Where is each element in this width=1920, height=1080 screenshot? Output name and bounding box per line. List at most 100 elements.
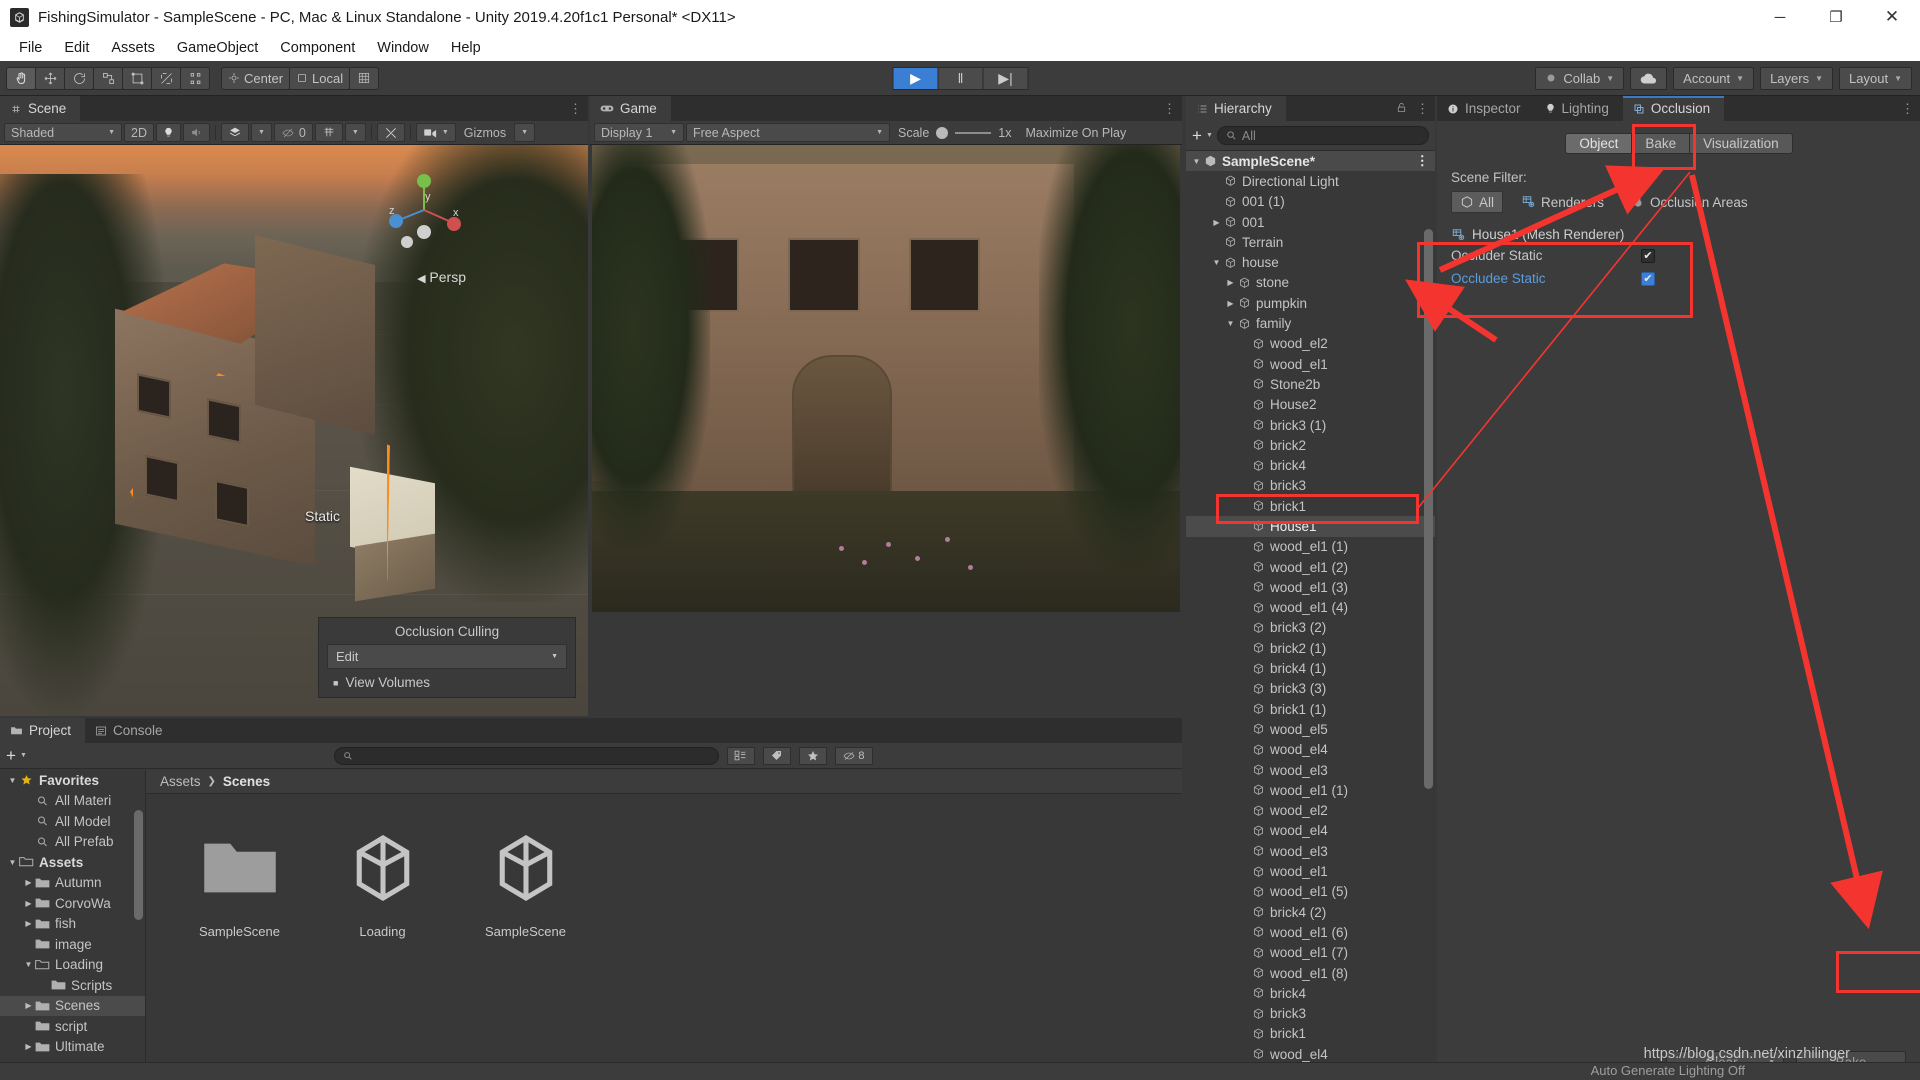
minimize-button[interactable]: ─ (1752, 0, 1808, 34)
hierarchy-item-house[interactable]: ▼house (1186, 252, 1435, 272)
hierarchy-scrollbar[interactable] (1424, 229, 1433, 789)
project-tree-item-favorites[interactable]: ▼Favorites (0, 770, 145, 791)
hierarchy-item-brick2[interactable]: brick2 (1186, 435, 1435, 455)
account-button[interactable]: Account ▼ (1673, 67, 1754, 90)
tab-hierarchy[interactable]: Hierarchy (1186, 96, 1286, 121)
chevron-right-icon[interactable]: ▶ (1224, 278, 1237, 287)
hierarchy-item-brick4[interactable]: brick4 (1186, 455, 1435, 475)
close-button[interactable]: ✕ (1864, 0, 1920, 34)
gizmos-dropdown[interactable]: ▼ (514, 123, 535, 142)
hierarchy-item-wood-el1-3[interactable]: wood_el1 (3) (1186, 577, 1435, 597)
menu-item-help[interactable]: Help (440, 40, 492, 56)
chevron-down-icon[interactable]: ▼ (1210, 258, 1223, 267)
hierarchy-item-wood-el1-7[interactable]: wood_el1 (7) (1186, 943, 1435, 963)
hierarchy-search-input[interactable]: All (1217, 126, 1429, 145)
project-tree[interactable]: ▼FavoritesAll MateriAll ModelAll Prefab▼… (0, 770, 146, 1080)
occlusion-tab-object[interactable]: Object (1565, 133, 1632, 154)
hierarchy-item-wood-el1-5[interactable]: wood_el1 (5) (1186, 882, 1435, 902)
hierarchy-item-brick1[interactable]: brick1 (1186, 1024, 1435, 1044)
tab-project[interactable]: Project (0, 718, 85, 743)
inspector-tab-menu[interactable]: ⋮ (1901, 96, 1914, 121)
tab-inspector[interactable]: Inspector (1437, 96, 1535, 121)
scene-row-menu-icon[interactable]: ⋮ (1416, 153, 1430, 169)
layout-button[interactable]: Layout ▼ (1839, 67, 1912, 90)
project-search-input[interactable] (334, 747, 719, 765)
lock-icon[interactable] (1396, 101, 1407, 117)
menu-item-component[interactable]: Component (269, 40, 366, 56)
project-tree-scrollbar[interactable] (134, 810, 143, 920)
hierarchy-tree[interactable]: ▼ SampleScene* ⋮ Directional Light001 (1… (1186, 151, 1435, 1080)
hierarchy-item-brick4-2[interactable]: brick4 (2) (1186, 902, 1435, 922)
project-tree-item-scripts[interactable]: Scripts (0, 975, 145, 996)
hierarchy-item-brick1[interactable]: brick1 (1186, 496, 1435, 516)
tab-console[interactable]: Console (85, 718, 177, 743)
occludee-static-checkbox[interactable]: ✔ (1641, 272, 1655, 286)
transform-tool-icon[interactable] (151, 67, 181, 90)
hierarchy-item-wood-el2[interactable]: wood_el2 (1186, 801, 1435, 821)
move-tool-icon[interactable] (35, 67, 65, 90)
chevron-right-icon[interactable]: ▶ (22, 1042, 35, 1051)
chevron-down-icon[interactable]: ▼ (1206, 132, 1213, 139)
menu-item-edit[interactable]: Edit (53, 40, 100, 56)
hidden-assets-badge[interactable]: 8 (835, 747, 873, 765)
tab-scene[interactable]: Scene (0, 96, 80, 121)
project-tree-item-ultimate[interactable]: ▶Ultimate (0, 1037, 145, 1058)
tab-lighting[interactable]: Lighting (1535, 96, 1623, 121)
hierarchy-item-brick1-1[interactable]: brick1 (1) (1186, 699, 1435, 719)
chevron-right-icon[interactable]: ▶ (1210, 218, 1223, 227)
grid-snap-icon[interactable] (349, 67, 379, 90)
occlusion-overlay-view-volumes[interactable]: ■ View Volumes (319, 675, 575, 697)
chevron-down-icon[interactable]: ▼ (20, 752, 27, 759)
scale-slider[interactable]: Scale 1x (892, 123, 1017, 142)
draw-mode-dropdown[interactable]: Shaded▼ (4, 123, 122, 142)
hierarchy-item-stone[interactable]: ▶stone (1186, 273, 1435, 293)
scene-tools-icon[interactable] (377, 123, 405, 142)
project-tree-item-corvowa[interactable]: ▶CorvoWa (0, 893, 145, 914)
hierarchy-item-family[interactable]: ▼family (1186, 313, 1435, 333)
property-occludee-static[interactable]: Occludee Static ✔ (1437, 267, 1920, 290)
audio-toggle-icon[interactable] (183, 123, 210, 142)
hierarchy-item-pumpkin[interactable]: ▶pumpkin (1186, 293, 1435, 313)
chevron-right-icon[interactable]: ▶ (22, 1001, 35, 1010)
property-occluder-static[interactable]: Occluder Static ✔ (1437, 244, 1920, 267)
fx-toggle-icon[interactable] (221, 123, 249, 142)
hierarchy-item-brick4[interactable]: brick4 (1186, 983, 1435, 1003)
project-tree-item-assets[interactable]: ▼Assets (0, 852, 145, 873)
hierarchy-item-brick3-3[interactable]: brick3 (3) (1186, 679, 1435, 699)
hierarchy-item-wood-el3[interactable]: wood_el3 (1186, 841, 1435, 861)
aspect-dropdown[interactable]: Free Aspect▼ (686, 123, 890, 142)
grid-dropdown[interactable]: ▼ (345, 123, 366, 142)
toggle-2d[interactable]: 2D (124, 123, 154, 142)
scene-viewport[interactable]: Static x y z (0, 145, 588, 716)
hierarchy-item-brick4-1[interactable]: brick4 (1) (1186, 658, 1435, 678)
custom-tool-icon[interactable] (180, 67, 210, 90)
hierarchy-item-wood-el5[interactable]: wood_el5 (1186, 719, 1435, 739)
collab-button[interactable]: Collab ▼ (1535, 67, 1624, 90)
chevron-down-icon[interactable]: ▼ (1190, 157, 1203, 166)
game-tab-menu[interactable]: ⋮ (1163, 96, 1176, 121)
hierarchy-item-wood-el1-4[interactable]: wood_el1 (4) (1186, 598, 1435, 618)
pause-button[interactable]: ‖ (938, 67, 984, 90)
menu-item-file[interactable]: File (8, 40, 53, 56)
hierarchy-item-wood-el4[interactable]: wood_el4 (1186, 821, 1435, 841)
hierarchy-item-wood-el1-2[interactable]: wood_el1 (2) (1186, 557, 1435, 577)
project-tree-item-all-prefab[interactable]: All Prefab (0, 832, 145, 853)
tab-occlusion[interactable]: Occlusion (1623, 96, 1724, 121)
hierarchy-menu-icon[interactable]: ⋮ (1416, 101, 1429, 117)
project-tree-item-autumn[interactable]: ▶Autumn (0, 873, 145, 894)
add-gameobject-button[interactable]: + (1192, 127, 1202, 144)
occlusion-tab-bake[interactable]: Bake (1631, 133, 1690, 154)
filter-occlusion-areas[interactable]: Occlusion Areas (1622, 191, 1756, 213)
project-tree-item-scenes[interactable]: ▶Scenes (0, 996, 145, 1017)
filter-renderers[interactable]: Renderers (1513, 191, 1612, 213)
hierarchy-item-wood-el1-1[interactable]: wood_el1 (1) (1186, 537, 1435, 557)
project-tree-item-all-model[interactable]: All Model (0, 811, 145, 832)
step-button[interactable]: ▶| (983, 67, 1029, 90)
hierarchy-item-001[interactable]: ▶001 (1186, 212, 1435, 232)
fx-dropdown[interactable]: ▼ (251, 123, 272, 142)
hierarchy-scene-row[interactable]: ▼ SampleScene* ⋮ (1186, 151, 1435, 171)
hierarchy-item-wood-el1[interactable]: wood_el1 (1186, 354, 1435, 374)
hierarchy-item-house2[interactable]: House2 (1186, 395, 1435, 415)
pivot-rotation-button[interactable]: Local (289, 67, 350, 90)
tab-game[interactable]: Game (590, 96, 671, 121)
